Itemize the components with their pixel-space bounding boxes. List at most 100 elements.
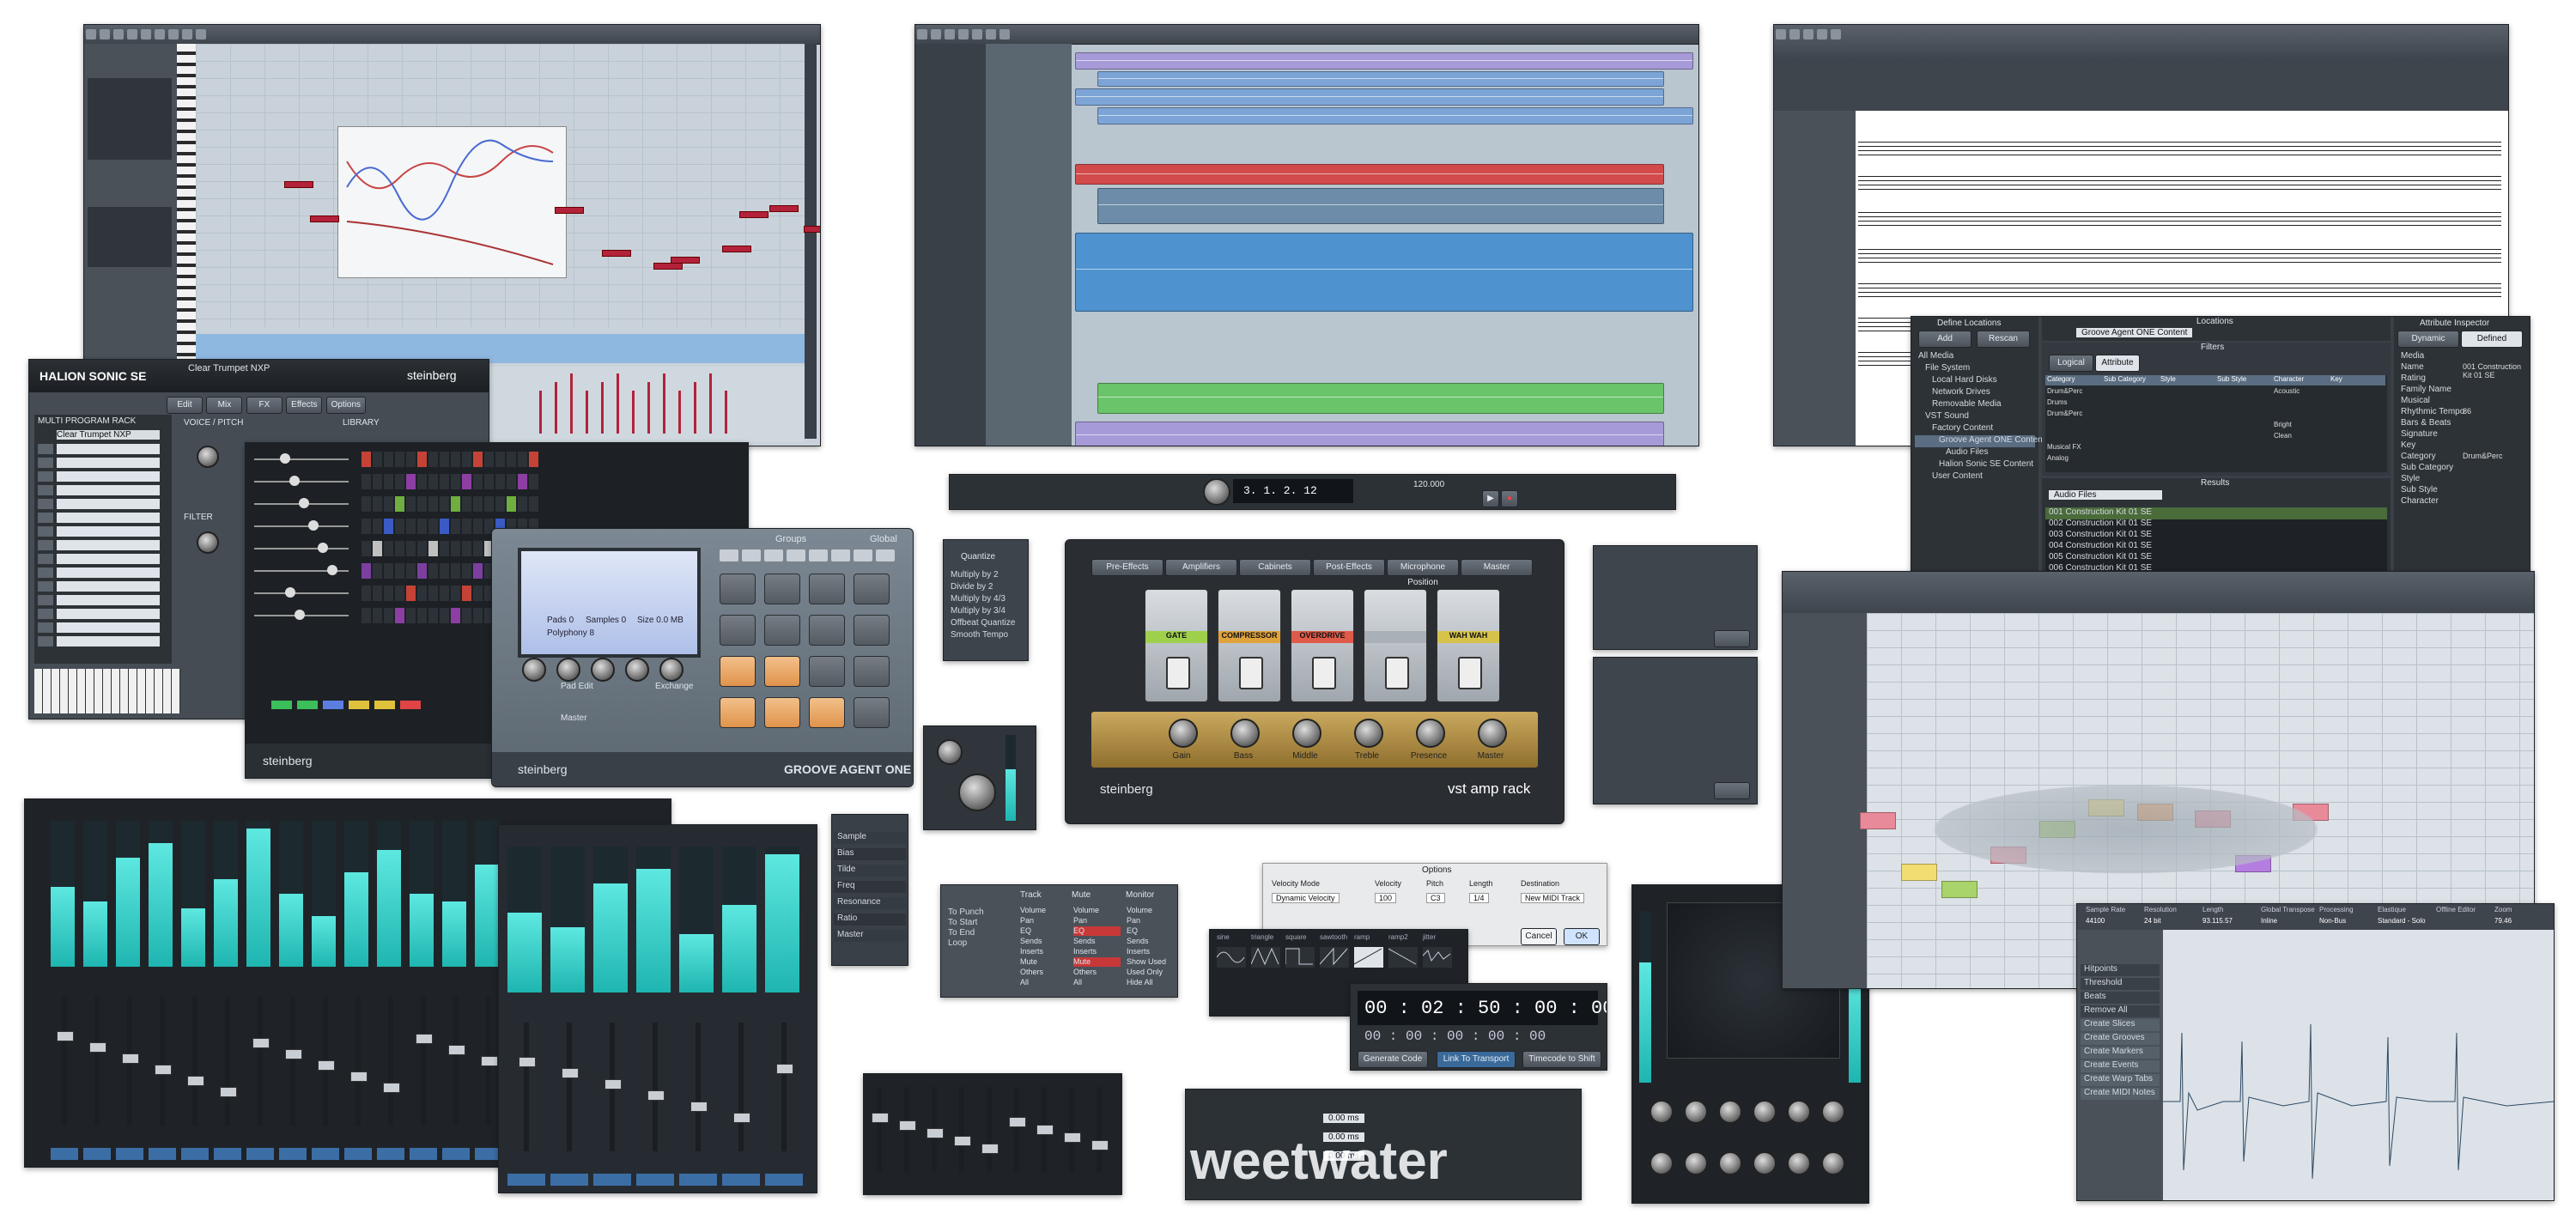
seq-slider-handle[interactable] xyxy=(327,565,337,575)
group-button[interactable] xyxy=(809,549,828,561)
channel-fader[interactable] xyxy=(252,997,270,1126)
ok-button[interactable]: OK xyxy=(1564,928,1600,945)
seq-step[interactable] xyxy=(417,586,427,601)
seq-step[interactable] xyxy=(395,541,404,556)
seq-step[interactable] xyxy=(406,541,416,556)
link-option[interactable]: Show Used xyxy=(1127,957,1174,967)
filter-character-value[interactable]: Bright xyxy=(2274,421,2292,428)
seq-step[interactable] xyxy=(417,541,427,556)
link-option[interactable]: Volume xyxy=(1073,906,1121,915)
link-option[interactable]: Pan xyxy=(1073,916,1121,926)
velocity-bar[interactable] xyxy=(647,382,650,434)
attribute-value[interactable]: 86 xyxy=(2463,407,2471,416)
delay-value-1[interactable]: 0.00 ms xyxy=(1323,1114,1364,1123)
group-button[interactable] xyxy=(854,549,872,561)
rack-slot[interactable] xyxy=(57,595,160,605)
seq-step[interactable] xyxy=(462,496,471,512)
filter-character-value[interactable]: Acoustic xyxy=(2274,387,2300,395)
score-symbol-palette[interactable] xyxy=(1774,111,1856,446)
note-event[interactable] xyxy=(804,226,820,233)
seq-step[interactable] xyxy=(495,496,505,512)
seq-step[interactable] xyxy=(361,563,371,579)
panner-knob[interactable] xyxy=(1787,1151,1811,1175)
link-option[interactable]: Others xyxy=(1073,968,1121,977)
options-column-value[interactable]: Dynamic Velocity xyxy=(1272,893,1340,903)
link-option[interactable]: Pan xyxy=(1020,916,1067,926)
fader-cap[interactable] xyxy=(899,1120,916,1131)
hitpoint-menu-item[interactable]: Create Markers xyxy=(2081,1047,2160,1059)
seq-step[interactable] xyxy=(473,452,483,467)
drum-pad[interactable] xyxy=(720,697,756,728)
fader-cap[interactable] xyxy=(448,1045,465,1055)
rack-slot[interactable] xyxy=(57,499,160,509)
channel-fader[interactable] xyxy=(519,1023,536,1151)
ke-scrollbar[interactable] xyxy=(805,44,817,439)
fader-cap[interactable] xyxy=(1064,1132,1081,1143)
seq-step[interactable] xyxy=(462,519,471,534)
panner-knob[interactable] xyxy=(1753,1100,1777,1124)
velocity-bar[interactable] xyxy=(694,382,696,434)
rack-slot[interactable] xyxy=(57,554,160,564)
seq-step[interactable] xyxy=(484,474,494,489)
seq-step[interactable] xyxy=(440,608,449,623)
seq-slider[interactable] xyxy=(254,548,349,549)
fader-cap[interactable] xyxy=(416,1034,433,1044)
seq-step[interactable] xyxy=(473,586,483,601)
tool-icon[interactable] xyxy=(1831,29,1841,39)
result-row[interactable]: 002 Construction Kit 01 SE xyxy=(2045,519,2387,531)
channel-fader[interactable] xyxy=(383,997,400,1126)
amp-tab[interactable]: Post-Effects xyxy=(1313,559,1385,576)
pattern-button[interactable] xyxy=(323,701,343,709)
seq-step[interactable] xyxy=(473,541,483,556)
results-filter[interactable]: Audio Files xyxy=(2049,490,2162,500)
tool-icon[interactable] xyxy=(1817,29,1827,39)
note-event[interactable] xyxy=(310,215,339,222)
seq-step[interactable] xyxy=(473,496,483,512)
fader-cap[interactable] xyxy=(57,1031,74,1041)
seq-step[interactable] xyxy=(428,519,438,534)
seq-step[interactable] xyxy=(406,608,416,623)
note-event[interactable] xyxy=(769,205,799,212)
meter-bridge-fader[interactable] xyxy=(981,1087,999,1173)
event-display[interactable] xyxy=(1072,44,1698,446)
pitch-knob[interactable] xyxy=(197,446,219,468)
seq-step[interactable] xyxy=(417,452,427,467)
seq-step[interactable] xyxy=(406,452,416,467)
fader-cap[interactable] xyxy=(318,1060,335,1071)
channel-name[interactable] xyxy=(344,1148,372,1160)
link-option[interactable]: Sends xyxy=(1020,937,1067,946)
rack-slot[interactable] xyxy=(57,622,160,633)
seq-slider-handle[interactable] xyxy=(280,453,290,464)
drum-pad[interactable] xyxy=(854,656,890,687)
channel-fader[interactable] xyxy=(605,1023,622,1151)
tool-icon[interactable] xyxy=(1789,29,1800,39)
channel-fader[interactable] xyxy=(562,1023,579,1151)
drum-pad[interactable] xyxy=(720,574,756,604)
setting-row[interactable]: Tilde xyxy=(834,865,906,877)
link-option[interactable]: Sends xyxy=(1127,937,1174,946)
seq-step[interactable] xyxy=(406,496,416,512)
seq-step[interactable] xyxy=(440,586,449,601)
meter-bridge-fader[interactable] xyxy=(1036,1087,1054,1173)
channel-fader[interactable] xyxy=(481,997,498,1126)
seq-step[interactable] xyxy=(373,452,382,467)
rack-slot[interactable] xyxy=(57,568,160,578)
seq-step[interactable] xyxy=(484,496,494,512)
tab-logical[interactable]: Logical xyxy=(2049,355,2093,372)
zoom-tool-icon[interactable] xyxy=(155,29,165,39)
seq-step[interactable] xyxy=(384,452,393,467)
velocity-bar[interactable] xyxy=(555,382,557,434)
panner-knob[interactable] xyxy=(1649,1151,1674,1175)
seq-step[interactable] xyxy=(451,608,460,623)
drum-pad[interactable] xyxy=(854,574,890,604)
seq-step[interactable] xyxy=(373,541,382,556)
drum-pad[interactable] xyxy=(764,656,800,687)
pattern-button[interactable] xyxy=(271,701,292,709)
seq-step[interactable] xyxy=(428,608,438,623)
pattern-button[interactable] xyxy=(349,701,369,709)
link-option[interactable]: Used Only xyxy=(1127,968,1174,977)
filter-category-value[interactable]: Analog xyxy=(2047,454,2069,462)
fader-cap[interactable] xyxy=(187,1076,204,1086)
seq-step[interactable] xyxy=(495,452,505,467)
fader-cap[interactable] xyxy=(350,1071,368,1082)
